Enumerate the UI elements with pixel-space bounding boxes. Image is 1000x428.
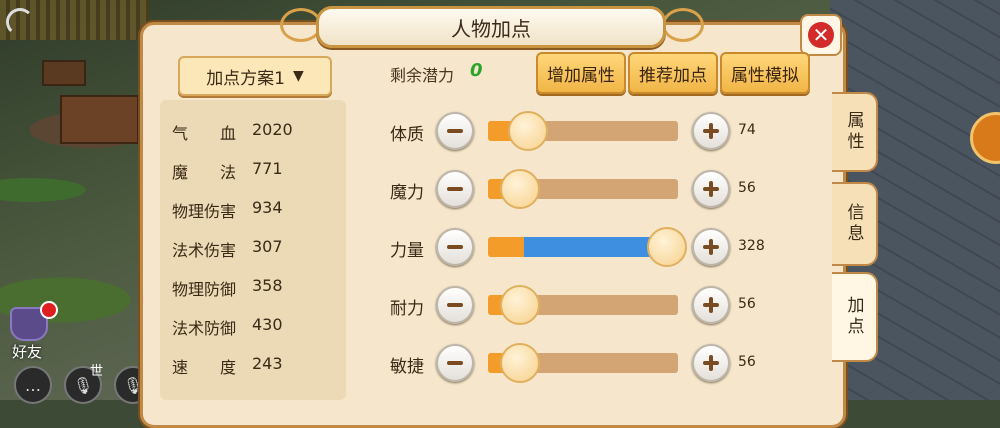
add-attribute-button[interactable]: 增加属性 xyxy=(536,52,626,94)
scheme-dropdown[interactable]: 加点方案1 ▼ xyxy=(178,56,332,96)
slider-handle[interactable] xyxy=(646,227,687,267)
slider-added-fill xyxy=(524,237,665,257)
plus-icon xyxy=(703,239,719,255)
stat-name: 物理伤害 xyxy=(172,202,237,221)
stat-value: 934 xyxy=(252,198,283,217)
title-ornament-right xyxy=(662,8,704,42)
stat-name: 法术伤害 xyxy=(172,241,237,260)
stat-value: 2020 xyxy=(252,120,293,139)
chat-icon[interactable]: … xyxy=(14,366,52,404)
stat-row: 法术伤害 307 xyxy=(172,237,283,261)
stat-row: 法术防御 430 xyxy=(172,315,283,339)
stat-name: 气 血 xyxy=(172,124,237,143)
plus-icon xyxy=(703,355,719,371)
stat-value: 307 xyxy=(252,237,283,256)
side-tab[interactable]: 属性 xyxy=(832,92,878,172)
side-tab[interactable]: 加点 xyxy=(832,272,878,362)
attribute-value: 328 xyxy=(738,238,765,254)
minus-icon xyxy=(447,303,463,307)
remaining-potential-value: 0 xyxy=(470,60,483,81)
panel-title-bar: 人物加点 xyxy=(316,6,666,48)
stat-row: 速 度 243 xyxy=(172,354,283,378)
stat-value: 358 xyxy=(252,276,283,295)
stat-name: 速 度 xyxy=(172,358,237,377)
attribute-slider[interactable] xyxy=(488,227,687,267)
remaining-potential-label: 剩余潜力 xyxy=(390,66,455,85)
attribute-slider[interactable] xyxy=(488,111,678,151)
slider-handle[interactable] xyxy=(508,111,548,151)
minus-icon xyxy=(447,245,463,249)
minus-icon xyxy=(447,129,463,133)
attribute-slider[interactable] xyxy=(488,285,678,325)
attribute-label: 力量 xyxy=(390,241,424,261)
world-channel-label: 世 xyxy=(90,364,104,379)
decrease-button[interactable] xyxy=(436,228,474,266)
plus-icon xyxy=(703,297,719,313)
attribute-label: 敏捷 xyxy=(390,357,424,377)
increase-button[interactable] xyxy=(692,170,730,208)
increase-button[interactable] xyxy=(692,286,730,324)
friend-button[interactable]: 好友 xyxy=(4,301,58,361)
panel-title: 人物加点 xyxy=(451,16,531,41)
stat-value: 430 xyxy=(252,315,283,334)
increase-button[interactable] xyxy=(692,344,730,382)
stat-row: 魔 法 771 xyxy=(172,159,283,183)
notification-dot xyxy=(40,301,58,319)
chevron-down-icon: ▼ xyxy=(293,68,304,84)
stat-value: 771 xyxy=(252,159,283,178)
decrease-button[interactable] xyxy=(436,170,474,208)
attribute-label: 体质 xyxy=(390,125,424,145)
stat-row: 气 血 2020 xyxy=(172,120,293,144)
bench-prop xyxy=(42,60,86,86)
close-icon: ✕ xyxy=(808,22,834,48)
stat-name: 法术防御 xyxy=(172,319,237,338)
table-prop xyxy=(60,95,139,144)
decrease-button[interactable] xyxy=(436,286,474,324)
decrease-button[interactable] xyxy=(436,344,474,382)
side-tab[interactable]: 信息 xyxy=(832,182,878,266)
scheme-label: 加点方案1 xyxy=(206,68,286,89)
recommend-points-button[interactable]: 推荐加点 xyxy=(628,52,718,94)
stat-name: 魔 法 xyxy=(172,163,237,182)
attribute-value: 56 xyxy=(738,180,756,196)
attribute-value: 74 xyxy=(738,122,756,138)
plus-icon xyxy=(703,123,719,139)
attribute-value: 56 xyxy=(738,354,756,370)
stat-row: 物理伤害 934 xyxy=(172,198,283,222)
attribute-slider[interactable] xyxy=(488,343,678,383)
stat-name: 物理防御 xyxy=(172,280,237,299)
minus-icon xyxy=(447,361,463,365)
friend-label: 好友 xyxy=(12,343,43,361)
attribute-label: 耐力 xyxy=(390,299,424,319)
minus-icon xyxy=(447,187,463,191)
attribute-label: 魔力 xyxy=(390,183,424,203)
simulate-attribute-button[interactable]: 属性模拟 xyxy=(720,52,810,94)
decrease-button[interactable] xyxy=(436,112,474,150)
attribute-value: 56 xyxy=(738,296,756,312)
slider-base-fill xyxy=(488,237,525,257)
attribute-slider[interactable] xyxy=(488,169,678,209)
stat-value: 243 xyxy=(252,354,283,373)
close-button[interactable]: ✕ xyxy=(800,14,842,56)
increase-button[interactable] xyxy=(692,112,730,150)
plus-icon xyxy=(703,181,719,197)
back-arc-icon[interactable] xyxy=(6,8,34,36)
stat-row: 物理防御 358 xyxy=(172,276,283,300)
increase-button[interactable] xyxy=(692,228,730,266)
